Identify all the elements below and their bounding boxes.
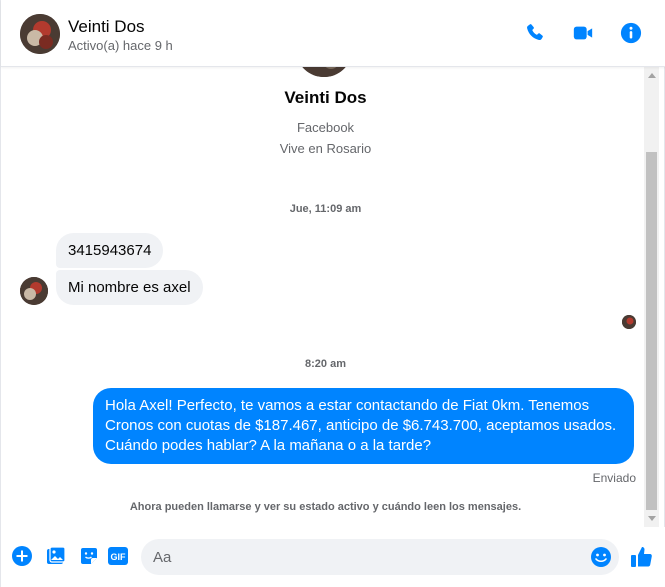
video-camera-icon[interactable] <box>570 20 596 46</box>
timestamp: 8:20 am <box>305 358 346 370</box>
header-actions <box>522 20 644 46</box>
message-list: Veinti Dos Facebook Vive en Rosario Jue,… <box>1 67 642 527</box>
contact-name[interactable]: Veinti Dos <box>68 17 145 37</box>
outgoing-message[interactable]: Hola Axel! Perfecto, te vamos a estar co… <box>93 388 634 464</box>
photo-icon[interactable] <box>45 545 67 567</box>
gif-label: GIF <box>111 552 127 562</box>
message-composer: GIF <box>1 527 665 587</box>
sticker-icon[interactable] <box>78 545 100 567</box>
scrollbar[interactable] <box>644 67 659 527</box>
profile-avatar <box>297 67 351 77</box>
profile-location: Vive en Rosario <box>279 141 372 156</box>
profile-source: Facebook <box>296 120 355 135</box>
scroll-down-arrow[interactable] <box>648 516 656 521</box>
info-icon[interactable] <box>618 20 644 46</box>
thumbs-up-icon[interactable] <box>629 544 655 570</box>
incoming-message[interactable]: 3415943674 <box>56 233 164 268</box>
avatar[interactable] <box>20 14 60 54</box>
timestamp: Jue, 11:09 am <box>289 203 362 215</box>
emoji-icon[interactable] <box>590 546 612 568</box>
chat-window: Veinti Dos Activo(a) hace 9 h Veinti Dos… <box>0 0 665 587</box>
phone-icon[interactable] <box>522 20 548 46</box>
scroll-up-arrow[interactable] <box>648 73 656 78</box>
profile-name: Veinti Dos <box>284 88 367 107</box>
chat-header: Veinti Dos Activo(a) hace 9 h <box>1 0 665 67</box>
sent-status: Enviado <box>592 471 636 485</box>
gif-icon[interactable]: GIF <box>107 545 129 567</box>
incoming-message[interactable]: Mi nombre es axel <box>56 270 203 305</box>
privacy-notice: Ahora pueden llamarse y ver su estado ac… <box>129 501 522 513</box>
sender-avatar <box>20 277 48 305</box>
message-input[interactable] <box>141 539 619 575</box>
read-receipt-avatar <box>622 315 636 329</box>
scrollbar-thumb[interactable] <box>646 152 657 510</box>
contact-status: Activo(a) hace 9 h <box>68 38 173 53</box>
plus-circle-icon[interactable] <box>11 545 33 567</box>
